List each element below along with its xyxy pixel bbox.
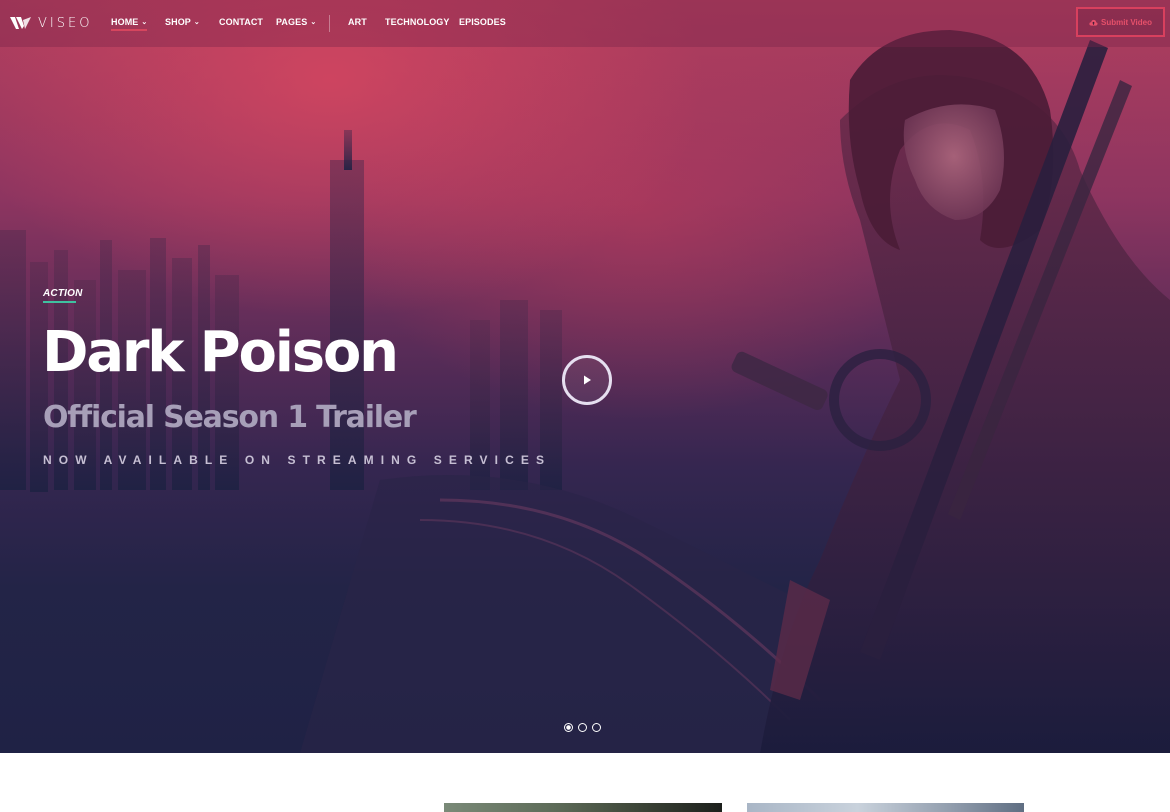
site-logo[interactable]: VISEO (10, 14, 92, 32)
nav-item-label: SHOP (165, 17, 191, 27)
nav-item-pages[interactable]: PAGES ⌄ (276, 17, 316, 27)
chevron-down-icon: ⌄ (310, 19, 317, 26)
play-trailer-button[interactable] (562, 355, 612, 405)
submit-video-label: Submit Video (1101, 17, 1152, 27)
top-navbar: VISEO HOME ⌄ SHOP ⌄ CONTACT PAGES ⌄ ART TEC… (0, 0, 1170, 47)
site-logo-text: VISEO (38, 15, 93, 31)
cloud-upload-icon (1089, 19, 1098, 26)
slider-pagination (564, 723, 601, 733)
nav-item-home[interactable]: HOME ⌄ (111, 17, 148, 31)
hero-slider: VISEO HOME ⌄ SHOP ⌄ CONTACT PAGES ⌄ ART TEC… (0, 0, 1170, 753)
slider-dot-2[interactable] (578, 723, 587, 732)
hero-tagline: NOW AVAILABLE ON STREAMING SERVICES (43, 453, 552, 467)
nav-item-label: EPISODES (459, 17, 506, 27)
nav-item-shop[interactable]: SHOP ⌄ (165, 17, 200, 27)
slider-dot-3[interactable] (592, 723, 601, 732)
submit-video-button[interactable]: Submit Video (1076, 7, 1165, 37)
nav-item-contact[interactable]: CONTACT (219, 17, 263, 27)
chevron-down-icon: ⌄ (193, 19, 200, 26)
viseo-logo-icon (10, 17, 31, 29)
nav-divider (329, 15, 330, 32)
category-underline (43, 301, 76, 303)
video-thumbnail[interactable] (444, 803, 722, 812)
nav-item-label: CONTACT (219, 17, 264, 27)
chevron-down-icon: ⌄ (141, 19, 148, 26)
nav-item-label: HOME (111, 17, 139, 27)
category-link[interactable]: ACTION (43, 288, 83, 299)
nav-item-label: PAGES (276, 17, 308, 27)
content-section (0, 753, 1170, 812)
nav-item-label: TECHNOLOGY (385, 17, 450, 27)
nav-item-technology[interactable]: TECHNOLOGY (385, 17, 450, 27)
nav-item-episodes[interactable]: EPISODES (459, 17, 506, 27)
nav-item-art[interactable]: ART (348, 17, 367, 27)
video-thumbnail[interactable] (747, 803, 1024, 812)
slider-dot-1[interactable] (564, 723, 573, 732)
play-icon (584, 375, 591, 385)
nav-item-label: ART (348, 17, 367, 27)
hero-title[interactable]: Dark Poison (42, 318, 399, 388)
hero-subtitle: Official Season 1 Trailer (43, 400, 417, 435)
